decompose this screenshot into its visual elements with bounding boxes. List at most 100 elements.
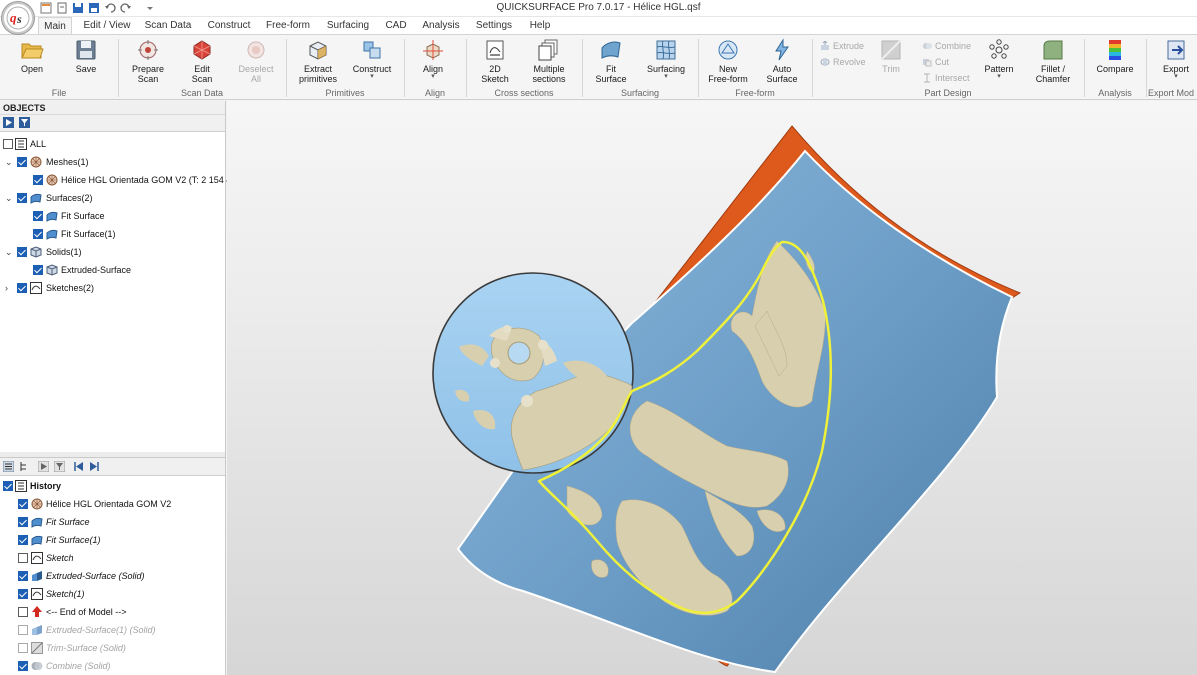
objects-toolbar (0, 115, 225, 132)
checkbox[interactable] (17, 247, 27, 257)
checkbox[interactable] (18, 517, 28, 527)
checkbox[interactable] (33, 175, 43, 185)
history-item[interactable]: Extruded-Surface(1) (Solid) (0, 621, 226, 639)
save-button[interactable]: Save (68, 38, 104, 74)
cut-button[interactable]: Cut (922, 56, 949, 68)
prepare-scan-button[interactable]: Prepare Scan (128, 38, 168, 84)
tab-cad[interactable]: CAD (382, 17, 410, 34)
chevron-down-icon[interactable]: ⌄ (5, 153, 13, 171)
history-item[interactable]: Trim-Surface (Solid) (0, 639, 226, 657)
tree-item-surfaces[interactable]: ⌄ Surfaces(2) (0, 189, 226, 207)
history-item[interactable]: Hélice HGL Orientada GOM V2 (0, 495, 226, 513)
pattern-button[interactable]: Pattern ▾ (980, 38, 1018, 80)
play-icon[interactable] (38, 461, 50, 472)
open-button[interactable]: Open (14, 38, 50, 74)
tab-scan-data[interactable]: Scan Data (142, 17, 194, 34)
tab-surfacing[interactable]: Surfacing (322, 17, 374, 34)
group-label-cross-sections: Cross sections (494, 88, 554, 98)
history-item[interactable]: Extruded-Surface (Solid) (0, 567, 226, 585)
go-last-icon[interactable] (89, 461, 100, 472)
tab-free-form[interactable]: Free-form (263, 17, 313, 34)
checkbox[interactable] (18, 571, 28, 581)
construct-button[interactable]: Construct ▾ (350, 38, 394, 80)
tab-settings[interactable]: Settings (472, 17, 516, 34)
list-view-icon[interactable] (3, 461, 14, 472)
tree-item-all[interactable]: ALL (0, 135, 226, 153)
tab-main[interactable]: Main (38, 17, 72, 35)
checkbox[interactable] (33, 211, 43, 221)
fit-surface-button[interactable]: Fit Surface (592, 38, 630, 84)
revolve-button[interactable]: Revolve (820, 56, 866, 68)
chevron-down-icon[interactable]: ⌄ (5, 189, 13, 207)
checkbox[interactable] (17, 157, 27, 167)
construct-icon (363, 41, 381, 59)
compare-button[interactable]: Compare (1094, 38, 1136, 74)
tree-item-sketches[interactable]: › Sketches(2) (0, 279, 226, 297)
chevron-right-icon[interactable]: › (5, 279, 13, 297)
2d-sketch-button[interactable]: 2D Sketch (476, 38, 514, 84)
auto-surface-button[interactable]: Auto Surface (760, 38, 804, 84)
tab-analysis[interactable]: Analysis (418, 17, 464, 34)
filter-icon[interactable] (53, 461, 65, 472)
history-item[interactable]: Sketch(1) (0, 585, 226, 603)
deselect-all-button[interactable]: Deselect All (234, 38, 278, 84)
fit-surface-icon (601, 41, 621, 59)
3d-viewport[interactable] (227, 101, 1197, 675)
checkbox[interactable] (17, 193, 27, 203)
trim-button[interactable]: Trim (876, 38, 906, 74)
extrude-button[interactable]: Extrude (820, 40, 864, 52)
chevron-down-icon[interactable]: ⌄ (5, 243, 13, 261)
hub-disc[interactable] (432, 272, 634, 474)
filter-icon[interactable] (18, 117, 30, 128)
surfacing-button[interactable]: Surfacing ▾ (642, 38, 690, 80)
tree-item-solids[interactable]: ⌄ Solids(1) (0, 243, 226, 261)
multiple-sections-button[interactable]: Multiple sections (526, 38, 572, 84)
pattern-dropdown-icon: ▾ (997, 73, 1001, 80)
checkbox[interactable] (17, 283, 27, 293)
group-label-part-design: Part Design (924, 88, 972, 98)
intersect-button[interactable]: Intersect (922, 72, 970, 84)
tree-item-mesh[interactable]: Hélice HGL Orientada GOM V2 (T: 2 154 4 (0, 171, 231, 189)
extract-primitives-button[interactable]: Extract primitives (296, 38, 340, 84)
checkbox[interactable] (18, 553, 28, 563)
align-button[interactable]: Align ▾ (414, 38, 452, 80)
menu-bar: Main Edit / View Scan Data Construct Fre… (0, 17, 1197, 35)
tab-edit-view[interactable]: Edit / View (80, 17, 134, 34)
go-first-icon[interactable] (73, 461, 84, 472)
export-button[interactable]: Export ▾ (1158, 38, 1194, 80)
history-item[interactable]: Combine (Solid) (0, 657, 226, 675)
tree-label: Sketches(2) (46, 283, 95, 293)
checkbox[interactable] (18, 589, 28, 599)
checkbox[interactable] (3, 139, 13, 149)
history-item[interactable]: Sketch (0, 549, 226, 567)
trim-icon (881, 40, 901, 60)
fillet-chamfer-button[interactable]: Fillet / Chamfer (1032, 38, 1074, 84)
scene-canvas[interactable] (227, 101, 1197, 675)
combine-button[interactable]: Combine (922, 40, 971, 52)
tab-construct[interactable]: Construct (203, 17, 255, 34)
history-item[interactable]: Fit Surface(1) (0, 531, 226, 549)
tree-item-extruded-surface[interactable]: Extruded-Surface (0, 261, 226, 279)
checkbox[interactable] (18, 607, 28, 617)
edit-scan-button[interactable]: Edit Scan (182, 38, 222, 84)
save-disk-icon (76, 40, 96, 60)
app-logo-icon[interactable]: q s (2, 2, 34, 34)
history-header[interactable]: History (0, 477, 226, 495)
checkbox[interactable] (18, 625, 28, 635)
tab-help[interactable]: Help (524, 17, 556, 34)
tree-item-meshes[interactable]: ⌄ Meshes(1) (0, 153, 226, 171)
checkbox[interactable] (18, 535, 28, 545)
checkbox[interactable] (33, 265, 43, 275)
new-free-form-button[interactable]: New Free-form (706, 38, 750, 84)
tree-item-fit-surface[interactable]: Fit Surface (0, 207, 226, 225)
history-item[interactable]: Fit Surface (0, 513, 226, 531)
checkbox[interactable] (18, 499, 28, 509)
end-of-model-marker[interactable]: <-- End of Model --> (0, 603, 226, 621)
play-icon[interactable] (3, 117, 14, 128)
checkbox[interactable] (18, 661, 28, 671)
tree-view-icon[interactable] (19, 461, 30, 472)
checkbox[interactable] (33, 229, 43, 239)
checkbox[interactable] (18, 643, 28, 653)
checkbox[interactable] (3, 481, 13, 491)
tree-item-fit-surface-1[interactable]: Fit Surface(1) (0, 225, 226, 243)
